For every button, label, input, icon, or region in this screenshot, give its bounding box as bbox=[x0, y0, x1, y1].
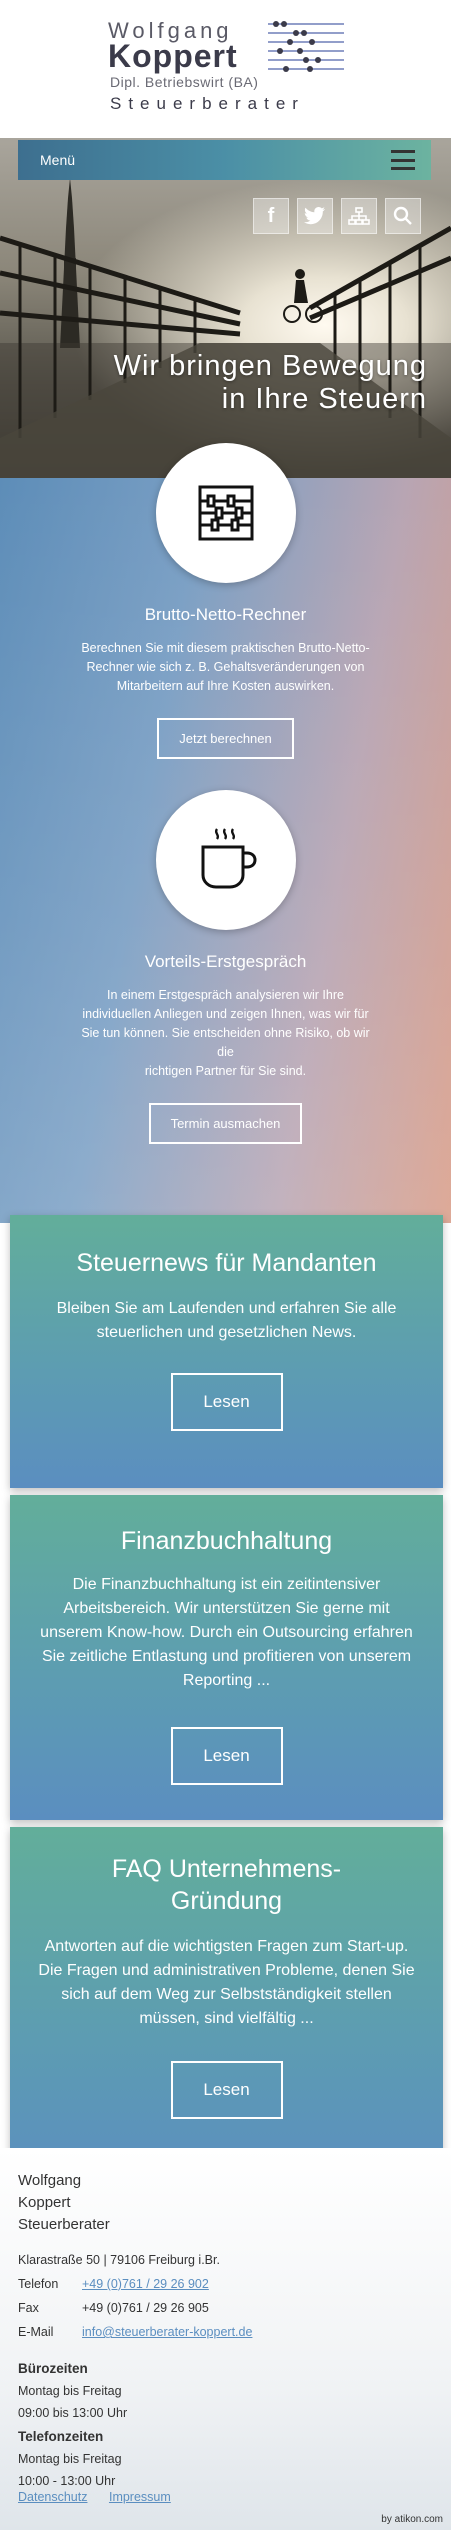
office-days: Montag bis Freitag bbox=[18, 2384, 122, 2398]
footer-links: Datenschutz Impressum bbox=[18, 2490, 189, 2504]
phone-link[interactable]: +49 (0)761 / 29 26 902 bbox=[82, 2272, 209, 2296]
service-icon-circle bbox=[155, 790, 296, 930]
phone-label: Telefon bbox=[18, 2277, 59, 2291]
abacus-icon bbox=[198, 485, 253, 541]
card-title: FAQ Unternehmens- Gründung bbox=[10, 1853, 443, 1917]
logo-degree: Dipl. Betriebswirt (BA) bbox=[110, 74, 259, 90]
facebook-icon[interactable]: f bbox=[253, 198, 289, 234]
footer-fax-row: Fax +49 (0)761 / 29 26 905 bbox=[18, 2296, 252, 2320]
menu-label[interactable]: Menü bbox=[40, 152, 75, 168]
service-icon-circle bbox=[155, 443, 296, 583]
hero-tagline: Wir bringen Bewegung in Ihre Steuern bbox=[114, 350, 427, 416]
office-hours: 09:00 bis 13:00 Uhr bbox=[18, 2406, 128, 2420]
card-title: Finanzbuchhaltung bbox=[120, 1527, 333, 1555]
read-faq-button[interactable]: Lesen bbox=[170, 2061, 283, 2119]
search-icon[interactable] bbox=[385, 198, 421, 234]
card-text: Bleiben Sie am Laufenden und erfahren Si… bbox=[56, 1300, 397, 1341]
email-label: E-Mail bbox=[18, 2325, 54, 2339]
phone-days: Montag bis Freitag bbox=[18, 2452, 122, 2466]
sitemap-icon[interactable] bbox=[341, 198, 377, 234]
service-text-part2: richtigen Partner für Sie sind. bbox=[144, 1064, 307, 1078]
footer-email-row: E-Mail info@steuerberater-koppert.de bbox=[18, 2320, 252, 2344]
main-menu-bar[interactable]: Menü bbox=[18, 140, 431, 180]
agency-credit[interactable]: by atikon.com bbox=[381, 2514, 443, 2525]
office-hours-heading: Bürozeiten bbox=[18, 2361, 88, 2376]
footer-name: Wolfgang Koppert Steuerberater bbox=[18, 2170, 252, 2236]
phone-hours-heading: Telefonzeiten bbox=[18, 2429, 104, 2444]
card-text: Antworten auf die wichtigsten Fragen zum… bbox=[38, 1938, 415, 2027]
phone-hours: 10:00 - 13:00 Uhr bbox=[18, 2474, 116, 2488]
hamburger-icon[interactable] bbox=[391, 150, 415, 170]
footer-first-name: Wolfgang bbox=[18, 2172, 82, 2189]
logo-profession: Steuerberater bbox=[110, 94, 305, 113]
site-footer: Wolfgang Koppert Steuerberater Klarastra… bbox=[0, 2148, 451, 2530]
services-band: Brutto-Netto-Rechner Berechnen Sie mit d… bbox=[0, 443, 451, 1223]
calculate-now-button[interactable]: Jetzt berechnen bbox=[157, 718, 294, 759]
content-cards: Steuernews für Mandanten Bleiben Sie am … bbox=[0, 1215, 451, 2248]
logo[interactable]: Wolfgang Koppert Dipl. Betriebswirt (BA)… bbox=[108, 18, 348, 118]
footer-address: Klarastraße 50 | 79106 Freiburg i.Br. bbox=[18, 2253, 220, 2267]
hero-tagline-line1: Wir bringen Bewegung bbox=[113, 350, 427, 382]
coffee-cup-icon bbox=[201, 828, 257, 889]
service-brutto-netto: Brutto-Netto-Rechner Berechnen Sie mit d… bbox=[0, 443, 451, 759]
imprint-link[interactable]: Impressum bbox=[109, 2490, 171, 2504]
footer-last-name: Koppert bbox=[18, 2194, 71, 2211]
hero-tagline-line2: in Ihre Steuern bbox=[221, 383, 427, 415]
card-finanzbuchhaltung: Finanzbuchhaltung Die Finanzbuchhaltung … bbox=[10, 1495, 443, 1820]
service-text: Berechnen Sie mit diesem praktischen Bru… bbox=[81, 641, 370, 693]
card-steuernews: Steuernews für Mandanten Bleiben Sie am … bbox=[10, 1215, 443, 1488]
logo-mark-icon bbox=[268, 21, 344, 72]
logo-last-name: Koppert bbox=[108, 38, 238, 74]
hero: f Wir bringen Bewegung in Ihre Steuern bbox=[0, 138, 451, 478]
service-title: Brutto-Netto-Rechner bbox=[144, 605, 307, 624]
fax-label: Fax bbox=[18, 2301, 39, 2315]
email-link[interactable]: info@steuerberater-koppert.de bbox=[82, 2320, 252, 2344]
service-title: Vorteils-Erstgespräch bbox=[144, 952, 307, 971]
bridge-silhouette-image bbox=[0, 178, 451, 478]
read-finanzbuchhaltung-button[interactable]: Lesen bbox=[170, 1727, 283, 1785]
book-appointment-button[interactable]: Termin ausmachen bbox=[148, 1103, 303, 1144]
site-header: Wolfgang Koppert Dipl. Betriebswirt (BA)… bbox=[0, 0, 451, 138]
fax-value: +49 (0)761 / 29 26 905 bbox=[82, 2301, 209, 2315]
service-text-part1: In einem Erstgespräch analysieren wir Ih… bbox=[81, 988, 370, 1059]
card-text: Die Finanzbuchhaltung ist ein zeitintens… bbox=[40, 1576, 413, 1689]
read-steuernews-button[interactable]: Lesen bbox=[170, 1373, 283, 1431]
service-erstgespraech: Vorteils-Erstgespräch In einem Erstgespr… bbox=[0, 790, 451, 1144]
twitter-icon[interactable] bbox=[297, 198, 333, 234]
footer-phone-row: Telefon +49 (0)761 / 29 26 902 bbox=[18, 2272, 252, 2296]
card-title: Steuernews für Mandanten bbox=[76, 1249, 377, 1277]
social-toolbar: f bbox=[253, 198, 421, 234]
privacy-link[interactable]: Datenschutz bbox=[18, 2490, 87, 2504]
card-faq-gruendung: FAQ Unternehmens- Gründung Antworten auf… bbox=[10, 1827, 443, 2193]
footer-profession: Steuerberater bbox=[18, 2216, 110, 2233]
service-text: In einem Erstgespräch analysieren wir Ih… bbox=[76, 986, 376, 1081]
card-title-line2: Gründung bbox=[170, 1887, 283, 1915]
card-title-line1: FAQ Unternehmens- bbox=[111, 1855, 342, 1883]
